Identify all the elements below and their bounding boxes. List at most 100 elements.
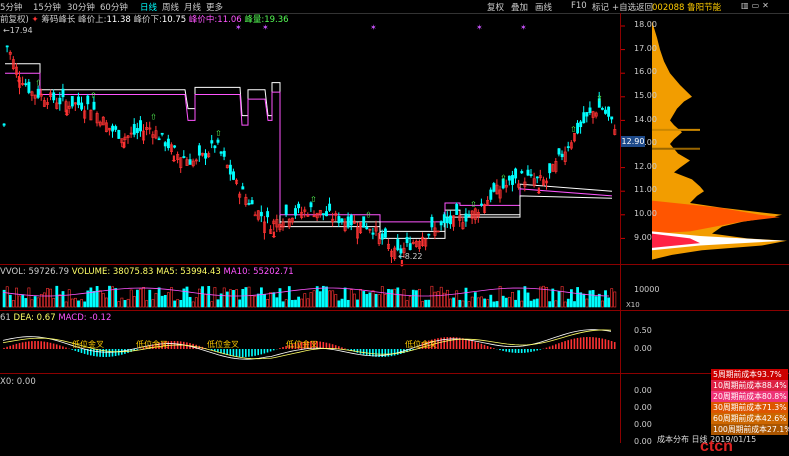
high-price-label: ←17.94 [3,26,33,35]
volume-bar [259,287,263,308]
volume-bar [269,292,273,308]
volume-bar [538,286,542,308]
volume-bar [49,288,53,308]
volume-bar [383,294,387,308]
volume-bar [566,298,570,308]
volume-bar [191,301,195,308]
candlestick-chart[interactable]: ⬇⬇⬇⬇⬇⬇⬇⇧⇧⇧⇧⇧⇧⇧⇧⇧⇧✶✶✶✶✶ [0,0,789,456]
volume-bar [303,293,307,308]
candle-body [222,150,226,157]
volume-bar [402,289,406,308]
volume-bar [173,300,177,308]
volume-bar [573,301,576,308]
volume-bar [449,298,452,308]
candle-body [139,120,142,132]
event-marker-icon: ✶ [235,23,242,32]
buy-signal-icon: ⇧ [150,112,157,121]
candle-body [253,214,257,217]
candle-body [160,132,164,135]
volume-bar [80,299,84,308]
candle-body [241,186,245,190]
buy-signal-icon: ⇧ [596,94,603,103]
current-price-marker: 12.90 [621,136,645,147]
volume-bar [359,289,363,308]
volume-bar [331,290,335,308]
volume-bar [579,292,583,308]
volume-bar [591,290,595,308]
volume-bar [464,287,468,308]
candle-body [266,211,270,218]
candle-body [514,168,518,179]
volume-bar [411,289,415,308]
candle-body [213,145,217,149]
volume-bar [154,293,158,308]
volume-bar [145,300,149,308]
volume-bar [61,291,65,308]
candle-body [492,183,496,192]
candle-body [560,153,564,158]
volume-bar [170,287,173,308]
volume-bar [337,300,341,308]
candle-body [430,216,434,228]
volume-bar [142,286,146,308]
candle-body [188,159,192,165]
volume-bar [461,300,465,308]
candle-body [579,121,583,128]
volume-bar [287,286,291,308]
volume-bar [55,285,59,308]
candle-body [294,208,297,216]
bottom-y-label: 0.00 [634,403,652,412]
candle-body [576,122,580,134]
candle-body [284,204,288,215]
volume-bar [557,291,561,308]
volume-bar [225,291,229,308]
candle-body [111,125,115,132]
volume-bar [101,293,105,308]
buy-signal-icon: ⇧ [35,79,42,88]
y-label: 11.00 [634,185,657,194]
volume-bar [284,299,288,308]
volume-bar [582,293,586,308]
candle-body [349,215,353,226]
candle-body [464,213,468,222]
sell-signal-icon: ⬇ [120,142,128,152]
volume-bar [452,297,456,308]
y-label: 10.00 [634,209,657,218]
volume-bar [108,285,111,308]
volume-bar [455,290,459,308]
volume-bar [8,294,12,308]
candle-body [445,217,449,224]
sell-signal-icon: ⬇ [170,155,178,165]
volume-bar [405,300,409,308]
volume-bar [514,299,518,308]
volume-bar [222,287,226,308]
candle-body [529,174,533,176]
volume-bar [207,286,211,308]
volume-bar [105,297,108,308]
ma10-value: MA10: 55202.71 [223,267,294,277]
sell-signal-icon: ⬇ [63,109,71,119]
candle-body [396,239,400,251]
candle-body [5,45,9,48]
volume-bar [244,287,248,308]
y-label: 12.00 [634,162,657,171]
volume-bar [374,293,378,308]
volume-bar [365,294,369,308]
volume-bar [263,293,266,308]
volume-bar [325,286,328,308]
buy-signal-icon: ⇧ [365,210,372,219]
candle-body [507,175,511,181]
volume-bar [414,290,418,308]
volume-bar [216,299,220,308]
volume-bar [501,295,505,308]
volume-bar [210,301,214,308]
volume-bar [136,289,139,308]
cost-legend-item: 30周期前成本71.3% [711,402,788,413]
volume-bar [408,296,412,308]
volume-bar [418,288,421,308]
candle-body [157,138,161,141]
candle-body [439,221,443,226]
volume-bar [198,288,201,308]
golden-cross-label: 低位金叉 [405,340,437,349]
candle-body [337,216,341,224]
